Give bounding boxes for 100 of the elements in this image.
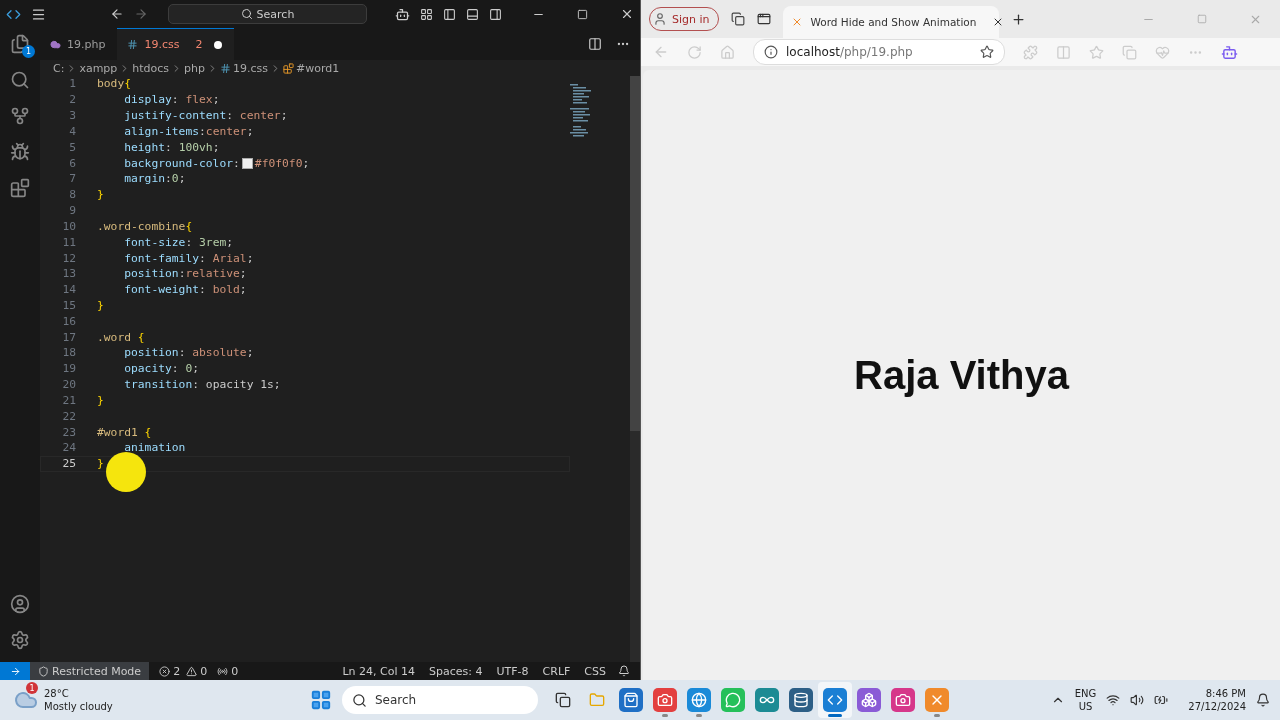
- panel-bottom-icon[interactable]: [466, 7, 479, 21]
- code-text: body{: [97, 77, 132, 91]
- code-text: }: [97, 457, 104, 471]
- settings-icon[interactable]: [10, 630, 30, 650]
- menu-icon[interactable]: [31, 6, 46, 22]
- maximize-icon[interactable]: [577, 8, 588, 20]
- wifi-icon[interactable]: [1106, 693, 1121, 707]
- status-item[interactable]: Ln 24, Col 14: [342, 664, 416, 678]
- line-number: 12: [61, 251, 76, 265]
- taskbar-search-field[interactable]: Search: [342, 686, 538, 714]
- tab-label: 19.php: [67, 38, 106, 51]
- line-number: 25: [61, 457, 76, 471]
- line-number: 17: [61, 330, 76, 344]
- weather-condition: Mostly cloudy: [44, 700, 113, 713]
- breadcrumb[interactable]: C:: [53, 61, 65, 75]
- code-text: display: flex;: [123, 93, 220, 107]
- code-icon[interactable]: [818, 682, 852, 718]
- address-bar[interactable]: localhost/php/19.php: [753, 39, 1005, 65]
- breadcrumb[interactable]: xampp: [79, 61, 118, 75]
- bell-icon[interactable]: [1256, 693, 1270, 707]
- line-number: 24: [61, 441, 76, 455]
- code-text: align-items:center;: [123, 124, 254, 138]
- error-icon: [159, 665, 171, 677]
- account-icon[interactable]: [10, 594, 30, 614]
- start-icon[interactable]: [310, 689, 332, 711]
- explorer-icon[interactable]: [10, 34, 30, 54]
- info-icon[interactable]: [764, 45, 778, 59]
- breadcrumb[interactable]: 19.css: [233, 61, 269, 75]
- hash-icon: [220, 62, 232, 74]
- search-icon[interactable]: [10, 70, 30, 90]
- browser-tab[interactable]: Word Hide and Show Animation: [782, 6, 999, 38]
- status-item[interactable]: Spaces: 4: [429, 664, 483, 678]
- volume-icon[interactable]: [1130, 693, 1145, 707]
- line-number: 2: [68, 93, 76, 107]
- unsaved-dot-icon: [214, 40, 223, 49]
- line-number: 20: [61, 378, 76, 392]
- code-text: font-weight: bold;: [123, 283, 247, 297]
- code-text: font-family: Arial;: [123, 251, 254, 265]
- shield-icon: [38, 665, 49, 677]
- line-number: 9: [68, 204, 76, 218]
- code-text: }: [97, 299, 104, 312]
- line-number: 23: [61, 425, 76, 439]
- panel-left-icon[interactable]: [443, 7, 456, 21]
- bell-icon[interactable]: [618, 665, 630, 677]
- code-text: height: 100vh;: [123, 140, 220, 154]
- status-item[interactable]: CRLF: [542, 664, 571, 678]
- code-text: #f0f0f0;: [254, 156, 310, 170]
- line-number: 3: [68, 109, 76, 123]
- cursor-highlight: [106, 452, 146, 492]
- line-number: 4: [68, 124, 76, 138]
- errors-indicator[interactable]: 2 0: [159, 664, 208, 678]
- code-text: }: [97, 188, 104, 202]
- status-item[interactable]: UTF-8: [496, 664, 529, 678]
- line-number: 7: [68, 172, 76, 186]
- status-item[interactable]: CSS: [584, 664, 606, 678]
- notification-badge: 1: [26, 682, 38, 694]
- antenna-icon: [217, 665, 229, 677]
- tab-actions-icon[interactable]: [756, 12, 771, 26]
- code-text: transition: opacity 1s;: [123, 378, 281, 392]
- branch-icon[interactable]: [10, 106, 30, 126]
- command-search-field[interactable]: Search: [168, 4, 367, 24]
- remote-button[interactable]: [0, 662, 30, 680]
- code-text: .word-combine{: [97, 219, 193, 233]
- battery-icon[interactable]: [1154, 693, 1169, 707]
- robot-icon[interactable]: [395, 6, 410, 22]
- star-icon[interactable]: [980, 45, 994, 59]
- symbol-icon: [283, 62, 295, 74]
- panel-right-icon[interactable]: [489, 7, 502, 21]
- extensions-icon[interactable]: [10, 178, 30, 198]
- editor-tab[interactable]: 19.css 2: [117, 28, 235, 60]
- breadcrumb[interactable]: #word1: [296, 61, 340, 75]
- workspaces-icon[interactable]: [730, 12, 745, 26]
- search-icon: [240, 8, 253, 20]
- breadcrumb[interactable]: php: [184, 61, 206, 75]
- line-number: 6: [68, 156, 76, 170]
- line-number: 19: [61, 362, 76, 376]
- line-number: 1: [68, 77, 76, 91]
- run-debug-icon[interactable]: [10, 142, 30, 162]
- code-text: position: absolute;: [123, 346, 254, 360]
- assistant-icon[interactable]: [1221, 43, 1238, 61]
- ports-indicator[interactable]: 0: [217, 664, 239, 678]
- restricted-mode-button[interactable]: Restricted Mode: [30, 662, 150, 680]
- line-number: 16: [61, 314, 76, 328]
- code-text: animation: [123, 441, 186, 455]
- forward-arrow-icon[interactable]: [134, 7, 148, 21]
- layout-icon[interactable]: [420, 7, 433, 21]
- temperature: 28°C: [44, 687, 69, 700]
- line-number: 13: [61, 267, 76, 281]
- code-text: .word {: [97, 330, 145, 344]
- code-text: opacity: 0;: [123, 362, 200, 376]
- line-number: 22: [61, 409, 76, 423]
- code-text: position:relative;: [123, 267, 247, 281]
- breadcrumb[interactable]: htdocs: [132, 61, 170, 75]
- close-icon[interactable]: [620, 7, 634, 21]
- language-indicator[interactable]: ENG US: [1074, 687, 1097, 713]
- clock[interactable]: 8:46 PM 27/12/2024: [1188, 687, 1246, 713]
- new-tab-icon[interactable]: [1010, 11, 1026, 27]
- code-text: #word1 {: [97, 425, 152, 439]
- remote-arrow-icon: [9, 665, 21, 677]
- warning-icon: [186, 665, 198, 677]
